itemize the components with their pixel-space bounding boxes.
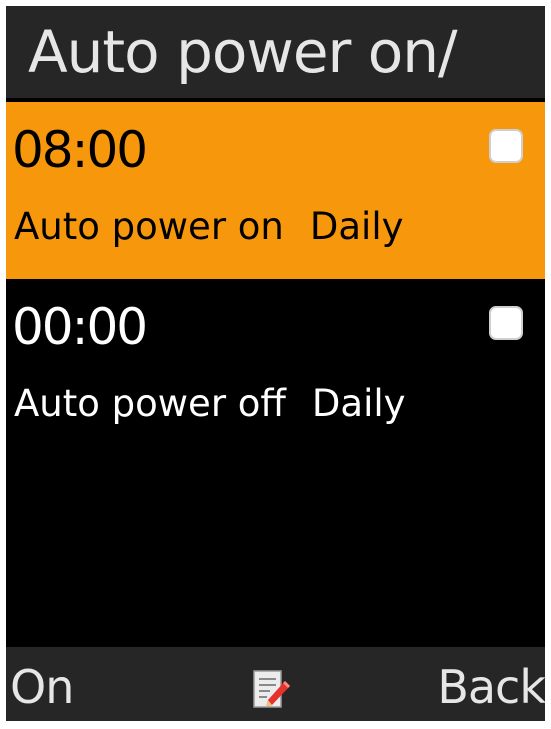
softkey-bar: On Back: [6, 647, 545, 721]
item-description: Auto power off Daily: [14, 379, 406, 429]
enable-checkbox[interactable]: [489, 129, 523, 163]
item-repeat: Daily: [309, 205, 404, 248]
list-item-auto-power-off[interactable]: 00:00 Auto power off Daily: [6, 279, 545, 456]
phone-screen: Auto power on/ 08:00 Auto power on Daily …: [6, 6, 545, 721]
enable-checkbox[interactable]: [489, 306, 523, 340]
softkey-right-back[interactable]: Back: [437, 647, 545, 721]
item-repeat: Daily: [311, 382, 406, 425]
softkey-left-on[interactable]: On: [10, 647, 74, 721]
item-label: Auto power off: [14, 382, 286, 425]
edit-icon[interactable]: [252, 669, 292, 711]
item-description: Auto power on Daily: [14, 202, 404, 252]
item-label: Auto power on: [14, 205, 284, 248]
list-item-auto-power-on[interactable]: 08:00 Auto power on Daily: [6, 102, 545, 279]
schedule-list: 08:00 Auto power on Daily 00:00 Auto powe…: [6, 102, 545, 456]
item-time: 08:00: [12, 121, 148, 179]
item-time: 00:00: [12, 298, 148, 356]
page-title: Auto power on/: [6, 6, 545, 98]
